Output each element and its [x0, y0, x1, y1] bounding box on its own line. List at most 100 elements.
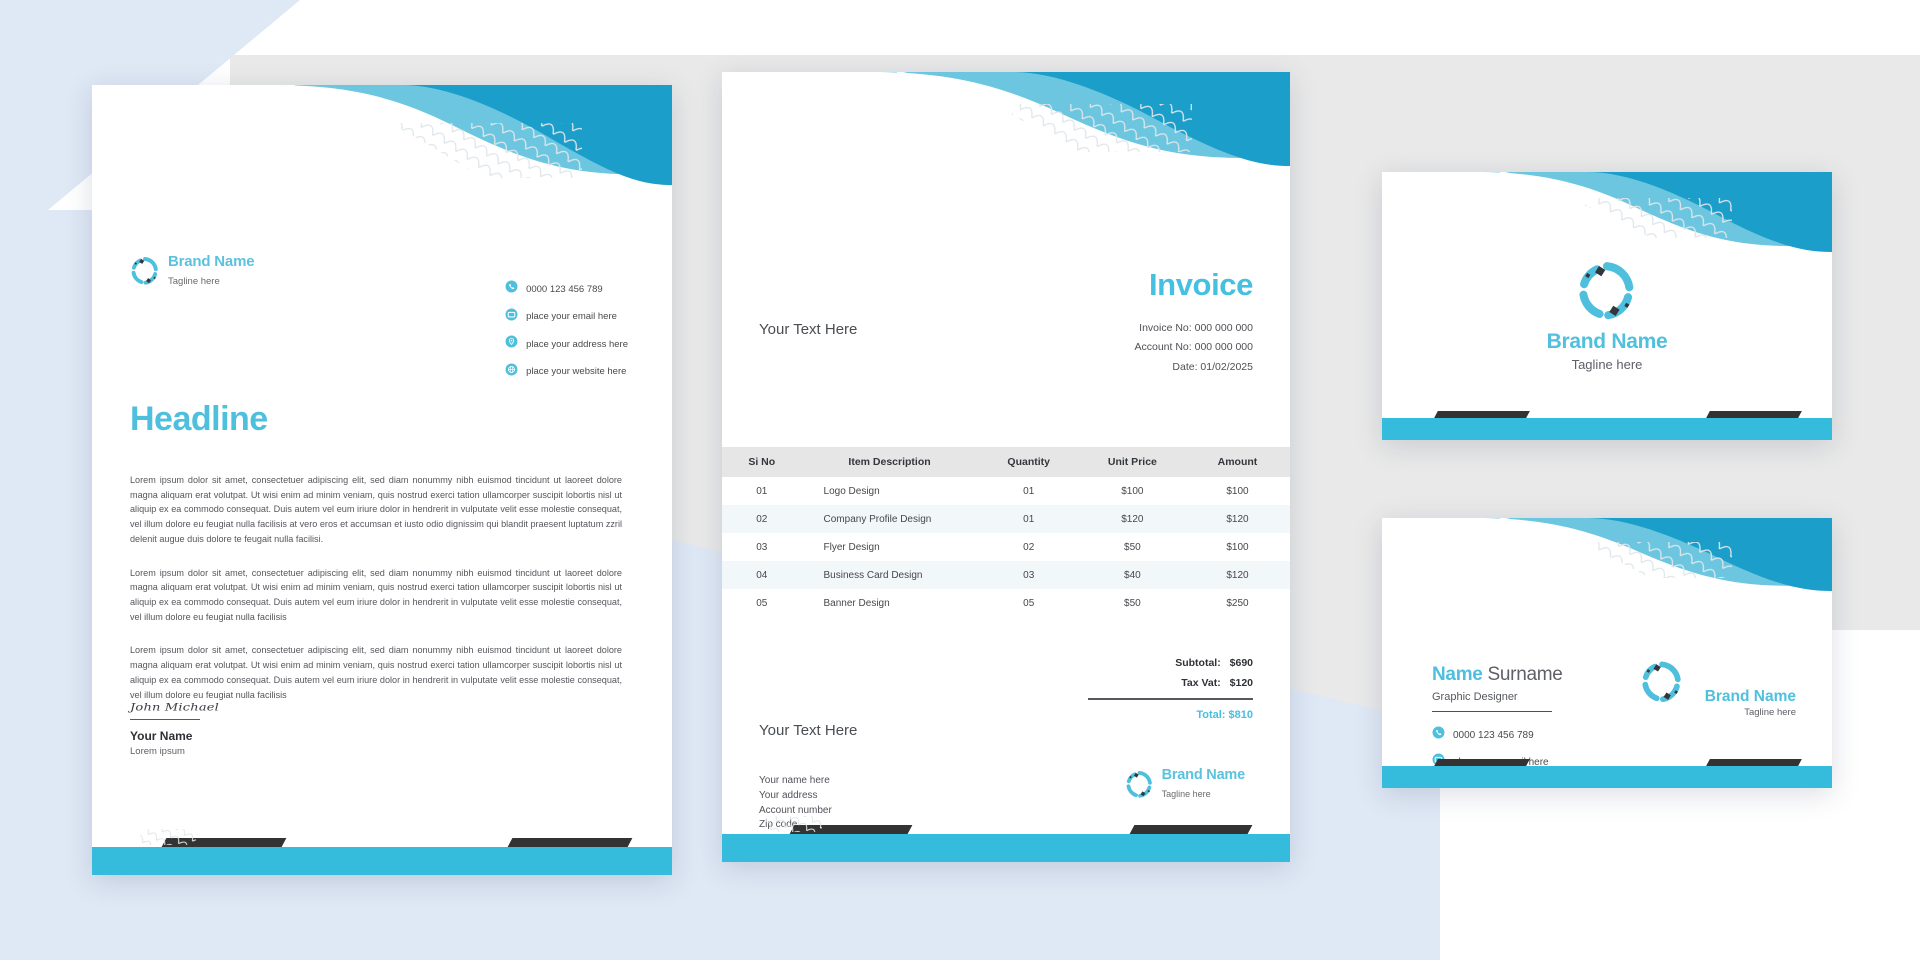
cell-unit-price: $40 — [1124, 569, 1141, 581]
cell-quantity: 05 — [1023, 597, 1035, 609]
globe-icon — [505, 363, 518, 381]
cell-sino: 04 — [756, 569, 768, 581]
invoice-sheet[interactable]: Invoice Your Text Here Invoice No: 000 0… — [722, 72, 1290, 862]
footer-hatch-pattern — [140, 829, 196, 845]
cell-amount: $120 — [1226, 513, 1249, 525]
account-number: Account No: 000 000 000 — [1134, 341, 1253, 354]
cell-sino: 05 — [756, 597, 768, 609]
footer-accent-right — [1706, 759, 1802, 766]
invoice-table: Si No Item Description Quantity Unit Pri… — [722, 447, 1290, 617]
signature-name: Your Name — [130, 729, 193, 743]
cell-unit-price: $50 — [1124, 597, 1141, 609]
cell-description: Banner Design — [823, 597, 890, 609]
cell-description: Logo Design — [823, 485, 880, 497]
cell-sino: 02 — [756, 513, 768, 525]
tax-label: Tax Vat: — [1181, 677, 1221, 689]
brand-name: Brand Name — [1546, 330, 1668, 353]
cell-unit-price: $50 — [1124, 541, 1141, 553]
address-line: Your address — [759, 789, 818, 801]
signature-script: John Michael — [130, 701, 220, 714]
cell-quantity: 01 — [1023, 485, 1035, 497]
address-line: Your name here — [759, 775, 830, 786]
card-front-brand: Brand Name Tagline here — [1382, 330, 1832, 372]
cell-amount: $250 — [1226, 597, 1249, 609]
invoice-date: Date: 01/02/2025 — [1172, 360, 1253, 373]
table-row[interactable]: 02 Company Profile Design 01 $120 $120 — [722, 505, 1290, 533]
brand-name: Brand Name — [168, 253, 255, 270]
contact-item-email[interactable]: place your email here — [505, 308, 628, 326]
cell-unit-price: $120 — [1121, 513, 1144, 525]
card-front-footer-bar — [1382, 418, 1832, 440]
card-back-brand: Brand Name Tagline here — [1705, 688, 1796, 718]
invoice-meta: Invoice No: 000 000 000 Account No: 000 … — [1134, 319, 1253, 377]
business-card-front[interactable]: Brand Name Tagline here — [1382, 172, 1832, 440]
cell-quantity: 01 — [1023, 513, 1035, 525]
signature-rule — [130, 718, 200, 720]
cell-description: Flyer Design — [823, 541, 880, 553]
cell-sino: 03 — [756, 541, 768, 553]
cell-amount: $120 — [1226, 569, 1249, 581]
location-icon — [505, 335, 518, 353]
subtotal-row: Subtotal: $690 — [1053, 657, 1253, 669]
footer-accent-right — [507, 838, 633, 847]
cell-description: Company Profile Design — [823, 513, 932, 525]
contact-item-phone[interactable]: 0000 123 456 789 — [505, 280, 628, 298]
table-header-row: Si No Item Description Quantity Unit Pri… — [722, 447, 1290, 477]
cell-sino: 01 — [756, 485, 768, 497]
ring-logo-icon — [1125, 770, 1154, 799]
page-title: Headline — [130, 400, 268, 438]
table-row[interactable]: 05 Banner Design 05 $50 $250 — [722, 589, 1290, 617]
cell-quantity: 02 — [1023, 541, 1035, 553]
invoice-wave-header — [722, 72, 1290, 202]
tax-row: Tax Vat: $120 — [1053, 677, 1253, 689]
contact-item-address[interactable]: place your address here — [505, 335, 628, 353]
table-row[interactable]: 04 Business Card Design 03 $40 $120 — [722, 561, 1290, 589]
contact-text: 0000 123 456 789 — [526, 283, 603, 295]
brand-name: Brand Name — [1704, 688, 1796, 705]
column-header-unit-price: Unit Price — [1079, 447, 1185, 477]
footer-accent-right — [1129, 825, 1253, 834]
footer-hatch-pattern — [768, 816, 822, 832]
table-row[interactable]: 03 Flyer Design 02 $50 $100 — [722, 533, 1290, 561]
card-front-logo — [1382, 260, 1832, 322]
ring-logo-icon — [1640, 660, 1684, 704]
signature-block: John Michael Your Name Lorem ipsum — [130, 699, 219, 757]
tax-value: $120 — [1229, 677, 1253, 689]
brand-tagline: Tagline here — [1571, 357, 1643, 372]
card-back-footer-bar — [1382, 766, 1832, 788]
cell-description: Business Card Design — [823, 569, 923, 581]
signature-subtitle: Lorem ipsum — [130, 746, 185, 757]
invoice-heading-left: Your Text Here — [759, 321, 858, 338]
letterhead-sheet[interactable]: Brand Name Tagline here 0000 123 456 789… — [92, 85, 672, 875]
invoice-number: Invoice No: 000 000 000 — [1139, 322, 1253, 334]
card-back-divider — [1432, 711, 1552, 713]
contact-text: place your website here — [526, 366, 627, 377]
card-back-role: Graphic Designer — [1432, 691, 1518, 703]
grand-total: Total: $810 — [1196, 708, 1253, 721]
invoice-footer-heading: Your Text Here — [759, 722, 858, 739]
brand-tagline: Tagline here — [1161, 789, 1211, 800]
letterhead-footer-bar — [92, 847, 672, 875]
subtotal-label: Subtotal: — [1175, 657, 1221, 669]
invoice-footer-bar — [722, 834, 1290, 862]
column-header-description: Item Description — [801, 447, 978, 477]
contact-item-website[interactable]: place your website here — [505, 363, 628, 381]
contact-item-phone[interactable]: 0000 123 456 789 — [1432, 726, 1560, 744]
contact-text: place your address here — [526, 338, 628, 350]
letterhead-body: Lorem ipsum dolor sit amet, consectetuer… — [130, 473, 622, 721]
body-paragraph: Lorem ipsum dolor sit amet, consectetuer… — [130, 567, 622, 622]
card-back-name: Name Surname — [1432, 664, 1563, 686]
letterhead-wave-overlay — [92, 85, 672, 240]
table-row[interactable]: 01 Logo Design 01 $100 $100 — [722, 477, 1290, 505]
column-header-sino: Si No — [722, 447, 802, 477]
invoice-totals: Subtotal: $690 Tax Vat: $120 Total: $810 — [1053, 657, 1253, 721]
email-icon — [505, 308, 518, 326]
invoice-title: Invoice — [1148, 267, 1253, 302]
card-back-wave — [1382, 518, 1832, 614]
column-header-amount: Amount — [1184, 447, 1290, 477]
business-card-back[interactable]: Name Surname Graphic Designer 0000 123 4… — [1382, 518, 1832, 788]
letterhead-brand: Brand Name Tagline here — [130, 253, 255, 289]
letterhead-contact-list: 0000 123 456 789 place your email here p… — [505, 280, 628, 381]
ring-logo-icon — [130, 256, 160, 286]
name-first: Name — [1432, 664, 1483, 685]
